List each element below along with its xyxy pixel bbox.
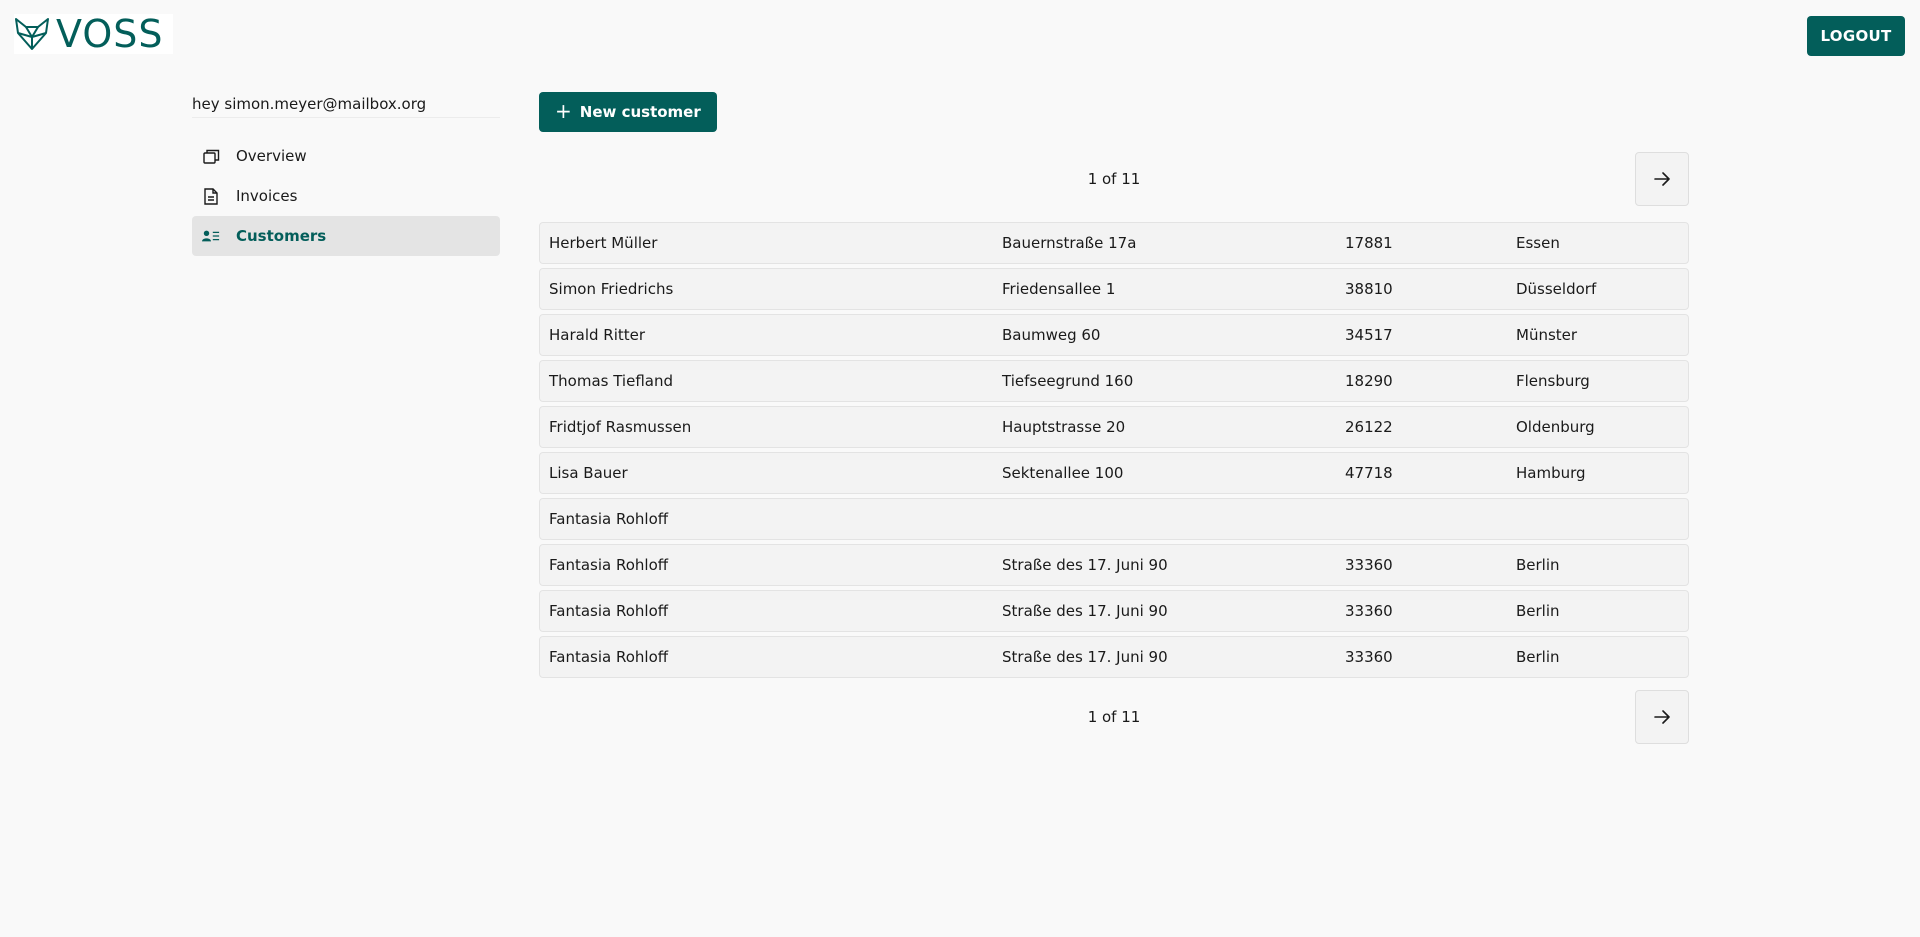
page-indicator: 1 of 11: [1087, 170, 1141, 188]
table-row[interactable]: Fantasia Rohloff Straße des 17. Juni 90 …: [539, 590, 1689, 632]
table-row[interactable]: Fantasia Rohloff Straße des 17. Juni 90 …: [539, 544, 1689, 586]
arrow-right-icon: [1654, 710, 1670, 724]
customer-zip: 38810: [1345, 280, 1393, 298]
customer-city: Berlin: [1516, 648, 1560, 666]
customer-street: Straße des 17. Juni 90: [1002, 556, 1168, 574]
customer-name: Simon Friedrichs: [549, 280, 674, 298]
new-customer-button[interactable]: + New customer: [539, 92, 717, 132]
customer-street: Baumweg 60: [1002, 326, 1101, 344]
customer-street: Bauernstraße 17a: [1002, 234, 1137, 252]
main-content: + New customer 1 of 11 Herbert Müller Ba…: [539, 92, 1689, 744]
user-greeting: hey simon.meyer@mailbox.org: [192, 92, 500, 118]
sidebar-item-label: Overview: [236, 147, 307, 165]
contact-list-icon: [202, 227, 220, 245]
document-icon: [202, 187, 220, 205]
pagination-top: 1 of 11: [539, 152, 1689, 206]
pagination-bottom: 1 of 11: [539, 690, 1689, 744]
sidebar-item-invoices[interactable]: Invoices: [192, 176, 500, 216]
overview-icon: [202, 147, 220, 165]
sidebar-nav: Overview Invoices Customers: [192, 136, 500, 256]
customer-zip: 33360: [1345, 648, 1393, 666]
table-row[interactable]: Simon Friedrichs Friedensallee 1 38810 D…: [539, 268, 1689, 310]
customer-zip: 33360: [1345, 556, 1393, 574]
table-row[interactable]: Thomas Tiefland Tiefseegrund 160 18290 F…: [539, 360, 1689, 402]
customer-street: Friedensallee 1: [1002, 280, 1116, 298]
table-row[interactable]: Herbert Müller Bauernstraße 17a 17881 Es…: [539, 222, 1689, 264]
customer-list: Herbert Müller Bauernstraße 17a 17881 Es…: [539, 222, 1689, 678]
customer-name: Fantasia Rohloff: [549, 556, 669, 574]
customer-name: Fantasia Rohloff: [549, 602, 669, 620]
table-row[interactable]: Fantasia Rohloff Straße des 17. Juni 90 …: [539, 636, 1689, 678]
customer-street: Hauptstrasse 20: [1002, 418, 1126, 436]
next-page-button[interactable]: [1635, 690, 1689, 744]
customer-name: Fantasia Rohloff: [549, 510, 669, 528]
next-page-button[interactable]: [1635, 152, 1689, 206]
customer-name: Lisa Bauer: [549, 464, 628, 482]
customer-city: Hamburg: [1516, 464, 1586, 482]
customer-city: Berlin: [1516, 556, 1560, 574]
customer-name: Fridtjof Rasmussen: [549, 418, 692, 436]
customer-city: Essen: [1516, 234, 1560, 252]
customer-city: Düsseldorf: [1516, 280, 1597, 298]
customer-city: Flensburg: [1516, 372, 1590, 390]
table-row[interactable]: Fantasia Rohloff: [539, 498, 1689, 540]
fox-logo-icon: [15, 18, 49, 50]
customer-city: Oldenburg: [1516, 418, 1595, 436]
customer-zip: 33360: [1345, 602, 1393, 620]
top-bar: VOSS LOGOUT: [0, 0, 1920, 72]
customer-zip: 26122: [1345, 418, 1393, 436]
customer-zip: 47718: [1345, 464, 1393, 482]
table-row[interactable]: Harald Ritter Baumweg 60 34517 Münster: [539, 314, 1689, 356]
new-customer-label: New customer: [579, 103, 701, 121]
sidebar-item-customers[interactable]: Customers: [192, 216, 500, 256]
customer-zip: 34517: [1345, 326, 1393, 344]
plus-icon: +: [555, 99, 572, 123]
customer-street: Tiefseegrund 160: [1002, 372, 1134, 390]
customer-city: Münster: [1516, 326, 1578, 344]
table-row[interactable]: Lisa Bauer Sektenallee 100 47718 Hamburg: [539, 452, 1689, 494]
table-row[interactable]: Fridtjof Rasmussen Hauptstrasse 20 26122…: [539, 406, 1689, 448]
customer-zip: 18290: [1345, 372, 1393, 390]
customer-zip: 17881: [1345, 234, 1393, 252]
page-indicator: 1 of 11: [1087, 708, 1141, 726]
customer-name: Thomas Tiefland: [549, 372, 673, 390]
sidebar: hey simon.meyer@mailbox.org Overview Inv…: [192, 92, 500, 256]
logout-button[interactable]: LOGOUT: [1807, 16, 1905, 56]
logo-text: VOSS: [56, 12, 164, 56]
customer-name: Fantasia Rohloff: [549, 648, 669, 666]
sidebar-item-label: Invoices: [236, 187, 298, 205]
customer-street: Straße des 17. Juni 90: [1002, 648, 1168, 666]
customer-name: Harald Ritter: [549, 326, 646, 344]
sidebar-item-overview[interactable]: Overview: [192, 136, 500, 176]
customer-street: Sektenallee 100: [1002, 464, 1124, 482]
sidebar-item-label: Customers: [236, 227, 327, 245]
app-logo[interactable]: VOSS: [14, 12, 174, 56]
customer-street: Straße des 17. Juni 90: [1002, 602, 1168, 620]
arrow-right-icon: [1654, 172, 1670, 186]
customer-name: Herbert Müller: [549, 234, 658, 252]
customer-city: Berlin: [1516, 602, 1560, 620]
